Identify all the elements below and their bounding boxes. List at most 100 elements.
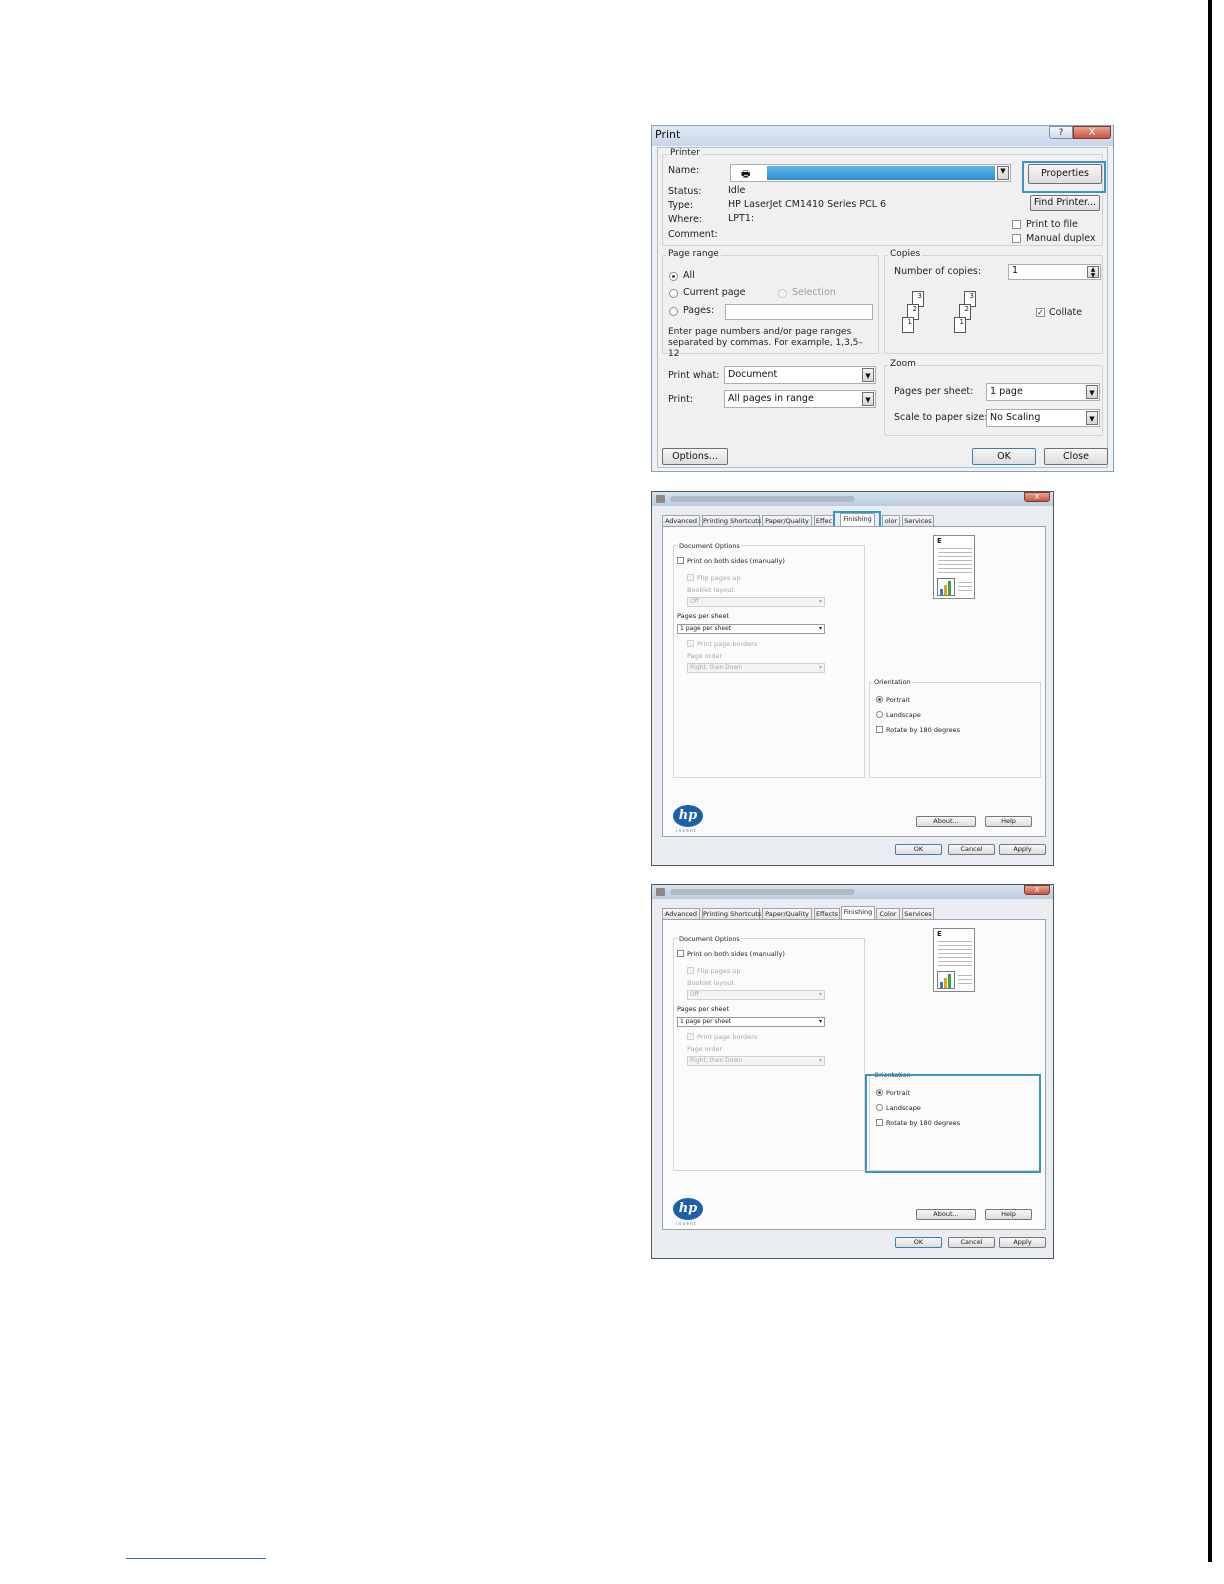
apply-button[interactable]: Apply	[999, 844, 1046, 855]
preview-chart-bar	[944, 978, 947, 988]
preview-line	[938, 560, 972, 561]
hp-tagline: invent	[676, 1221, 697, 1226]
chevron-down-icon[interactable]: ▼	[997, 166, 1009, 180]
manual-duplex-checkbox[interactable]	[1012, 234, 1021, 243]
chevron-down-icon: ▾	[818, 598, 822, 605]
print-page-borders-label: Print page borders	[697, 1033, 758, 1041]
orientation-title: Orientation	[873, 678, 912, 686]
manual-duplex-label: Manual duplex	[1026, 233, 1096, 244]
finishing-panel: Document Options Print on both sides (ma…	[662, 526, 1046, 837]
selection-radio[interactable]	[778, 289, 787, 298]
chevron-down-icon[interactable]: ▼	[1086, 411, 1098, 425]
hp-logo: hp	[673, 1198, 703, 1220]
chevron-down-icon: ▾	[818, 664, 822, 671]
ok-button[interactable]: OK	[895, 1237, 942, 1248]
collate-page-1: 1	[902, 317, 914, 333]
about-button[interactable]: About...	[916, 1209, 976, 1220]
preview-line	[938, 941, 972, 942]
close-icon[interactable]: X	[1024, 492, 1050, 502]
about-button[interactable]: About...	[916, 816, 976, 827]
preview-line	[938, 556, 972, 557]
chevron-down-icon[interactable]: ▼	[862, 368, 874, 382]
print-page-borders-checkbox[interactable]	[687, 1033, 694, 1040]
preview-line	[958, 983, 972, 984]
scale-select[interactable]: No Scaling ▼	[986, 409, 1100, 427]
print-dialog: Print ? X Printer Name: 🖶 ▼ Properties S…	[651, 125, 1114, 472]
find-printer-button[interactable]: Find Printer...	[1030, 195, 1100, 211]
orientation-highlight-box	[865, 1074, 1041, 1173]
preview-letter: E	[937, 537, 942, 545]
properties-highlight-box	[1022, 161, 1106, 193]
rotate-180-checkbox[interactable]	[876, 726, 883, 733]
print-page-borders-checkbox[interactable]	[687, 640, 694, 647]
pages-per-sheet-select[interactable]: 1 page per sheet ▾	[677, 1017, 825, 1027]
zoom-title: Zoom	[888, 359, 918, 369]
page-order-select[interactable]: Right, then Down ▾	[687, 663, 825, 673]
chevron-down-icon: ▾	[818, 991, 822, 998]
preview-chart-bar	[948, 974, 951, 988]
all-radio[interactable]	[669, 272, 678, 281]
help-icon[interactable]: ?	[1049, 126, 1073, 139]
booklet-layout-select[interactable]: Off ▾	[687, 597, 825, 607]
options-button[interactable]: Options...	[662, 448, 728, 465]
printer-name-select[interactable]: 🖶 ▼	[730, 164, 1011, 182]
booklet-layout-select[interactable]: Off ▾	[687, 990, 825, 1000]
help-button[interactable]: Help	[985, 816, 1032, 827]
page-order-select[interactable]: Right, then Down ▾	[687, 1056, 825, 1066]
pages-radio[interactable]	[669, 307, 678, 316]
hp-logo: hp	[673, 805, 703, 827]
flip-pages-up-checkbox[interactable]	[687, 967, 694, 974]
hp-tagline: invent	[676, 828, 697, 833]
pages-per-sheet-label: Pages per sheet	[677, 612, 730, 620]
print-both-sides-checkbox[interactable]	[677, 950, 684, 957]
print-what-select[interactable]: Document ▼	[724, 366, 876, 384]
preview-chart-bar	[948, 581, 951, 595]
pages-label: Pages:	[683, 305, 715, 316]
ok-button[interactable]: OK	[972, 448, 1036, 465]
pages-input[interactable]	[725, 304, 873, 320]
landscape-radio[interactable]	[876, 711, 883, 718]
preview-letter: E	[937, 930, 942, 938]
scale-value: No Scaling	[990, 412, 1041, 423]
preview-line	[958, 979, 972, 980]
print-dialog-client: Printer Name: 🖶 ▼ Properties Status: Idl…	[657, 147, 1108, 468]
where-value: LPT1:	[728, 213, 755, 224]
spin-updown-icon[interactable]: ▲ ▼	[1087, 266, 1099, 279]
pages-per-sheet-select[interactable]: 1 page per sheet ▾	[677, 624, 825, 634]
print-dialog-title: Print	[655, 128, 681, 141]
properties-dialog-finishing-tab: X Advanced Printing Shortcuts Paper/Qual…	[651, 491, 1054, 866]
help-button[interactable]: Help	[985, 1209, 1032, 1220]
print-both-sides-checkbox[interactable]	[677, 557, 684, 564]
preview-line	[938, 945, 972, 946]
current-page-radio[interactable]	[669, 289, 678, 298]
close-icon[interactable]: X	[1024, 885, 1050, 895]
ok-button[interactable]: OK	[895, 844, 942, 855]
pages-per-sheet-select[interactable]: 1 page ▼	[986, 383, 1100, 401]
landscape-label: Landscape	[886, 711, 921, 719]
page-range-hint: Enter page numbers and/or page ranges se…	[668, 327, 863, 359]
close-button[interactable]: Close	[1044, 448, 1108, 465]
tab-finishing[interactable]: Finishing	[841, 906, 875, 920]
close-icon[interactable]: X	[1073, 126, 1111, 139]
cancel-button[interactable]: Cancel	[948, 844, 995, 855]
preview-line	[938, 564, 972, 565]
cancel-button[interactable]: Cancel	[948, 1237, 995, 1248]
portrait-label: Portrait	[886, 696, 910, 704]
page-order-label: Page order	[687, 652, 723, 660]
printer-group-title: Printer	[668, 148, 702, 158]
footer-rule	[126, 1558, 266, 1559]
finishing-panel: Document Options Print on both sides (ma…	[662, 919, 1046, 1230]
booklet-layout-label: Booklet layout	[687, 979, 734, 987]
preview-line	[958, 590, 972, 591]
chevron-down-icon[interactable]: ▼	[1086, 385, 1098, 399]
collate-checkbox[interactable]: ✓	[1036, 308, 1045, 317]
copies-input[interactable]: 1 ▲ ▼	[1008, 264, 1101, 280]
chevron-down-icon[interactable]: ▼	[862, 392, 874, 406]
print-select[interactable]: All pages in range ▼	[724, 390, 876, 408]
print-to-file-checkbox[interactable]	[1012, 220, 1021, 229]
portrait-radio[interactable]	[876, 696, 883, 703]
print-what-label: Print what:	[668, 370, 720, 381]
booklet-layout-label: Booklet layout	[687, 586, 734, 594]
flip-pages-up-checkbox[interactable]	[687, 574, 694, 581]
apply-button[interactable]: Apply	[999, 1237, 1046, 1248]
